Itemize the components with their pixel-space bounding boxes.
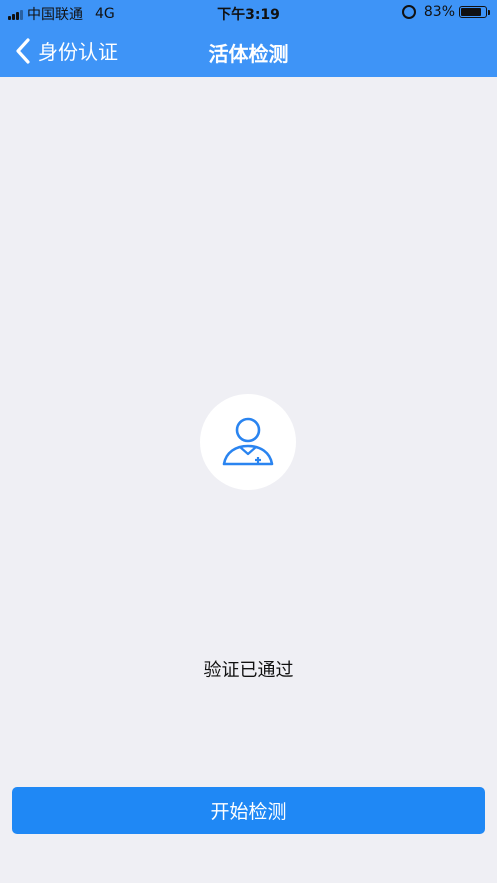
start-detection-label: 开始检测 bbox=[210, 801, 287, 823]
page-title: 活体检测 bbox=[208, 42, 289, 66]
avatar bbox=[200, 394, 296, 490]
battery-cap bbox=[488, 10, 490, 15]
status-right: 83% bbox=[401, 4, 490, 20]
start-detection-button[interactable]: 开始检测 bbox=[12, 787, 485, 834]
battery-icon bbox=[459, 6, 490, 18]
battery-percent: 83% bbox=[423, 4, 455, 20]
nav-bar: 身份认证 活体检测 bbox=[0, 26, 497, 77]
battery-fill bbox=[461, 8, 481, 16]
status-bar: 中国联通 4G 下午3:19 83% bbox=[0, 0, 497, 26]
alarm-icon bbox=[401, 5, 416, 19]
verification-status: 验证已通过 bbox=[203, 660, 294, 681]
top-bar: 中国联通 4G 下午3:19 83% 身份认证 活体检测 bbox=[0, 0, 497, 77]
person-icon bbox=[222, 417, 274, 466]
